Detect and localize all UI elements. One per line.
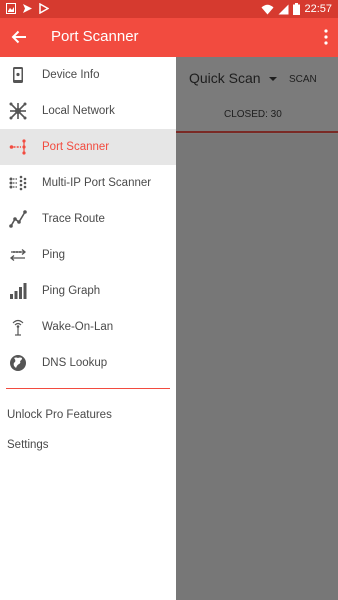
dropdown-caret-icon	[268, 77, 277, 82]
nav-label: Wake-On-Lan	[42, 321, 114, 333]
nav-label: DNS Lookup	[42, 357, 108, 369]
scan-controls-panel: Quick Scan SCAN CLOSED: 30	[176, 57, 338, 134]
status-time: 22:57	[304, 3, 332, 15]
ping-graph-icon	[9, 282, 27, 300]
local-network-icon	[9, 102, 27, 120]
scan-button: SCAN	[289, 74, 317, 85]
status-left-icons	[6, 3, 49, 14]
nav-label: Multi-IP Port Scanner	[42, 177, 152, 189]
scan-mode-select: Quick Scan	[189, 70, 277, 86]
app-toolbar: Port Scanner	[0, 18, 338, 57]
nav-item-dns-lookup[interactable]: DNS Lookup	[0, 345, 176, 381]
photo-icon	[6, 3, 16, 14]
nav-item-port-scanner[interactable]: Port Scanner	[0, 129, 176, 165]
ping-icon	[9, 246, 27, 264]
panel-divider	[176, 131, 338, 133]
multi-ip-icon	[9, 174, 27, 192]
signal-icon	[278, 4, 289, 14]
battery-icon	[293, 3, 301, 15]
play-store-icon	[39, 3, 49, 14]
page-title: Port Scanner	[51, 28, 139, 45]
trace-route-icon	[9, 210, 27, 228]
nav-item-ping-graph[interactable]: Ping Graph	[0, 273, 176, 309]
nav-label: Ping Graph	[42, 285, 101, 297]
scanner-content-dimmed: Quick Scan SCAN CLOSED: 30	[176, 57, 338, 600]
nav-label: Port Scanner	[42, 141, 110, 153]
nav-label: Local Network	[42, 105, 115, 117]
nav-item-ping[interactable]: Ping	[0, 237, 176, 273]
nav-label: Device Info	[42, 69, 100, 81]
nav-label: Trace Route	[42, 213, 105, 225]
settings-link[interactable]: Settings	[7, 439, 49, 451]
drawer-divider	[6, 388, 170, 389]
scan-mode-value: Quick Scan	[189, 70, 261, 86]
status-bar: 22:57	[0, 0, 338, 18]
send-icon	[23, 4, 32, 13]
port-scanner-icon	[9, 138, 27, 156]
wifi-icon	[261, 4, 274, 14]
more-vert-icon[interactable]	[324, 29, 328, 45]
screen: 22:57 Port Scanner Quick Scan SCAN CLOSE…	[0, 0, 338, 600]
nav-item-wake-on-lan[interactable]: Wake-On-Lan	[0, 309, 176, 345]
dns-lookup-icon	[9, 354, 27, 372]
nav-label: Ping	[42, 249, 66, 261]
closed-count: CLOSED: 30	[224, 109, 282, 120]
status-right-icons: 22:57	[261, 2, 332, 16]
device-info-icon	[9, 66, 27, 84]
nav-item-device-info[interactable]: Device Info	[0, 57, 176, 93]
arrow-back-icon[interactable]	[10, 28, 28, 46]
unlock-pro-features-link[interactable]: Unlock Pro Features	[7, 409, 112, 421]
nav-item-local-network[interactable]: Local Network	[0, 93, 176, 129]
nav-item-multi-ip-port-scanner[interactable]: Multi-IP Port Scanner	[0, 165, 176, 201]
nav-item-trace-route[interactable]: Trace Route	[0, 201, 176, 237]
navigation-drawer: Device Info Local Network Port Scanner M…	[0, 57, 176, 600]
wake-on-lan-icon	[9, 318, 27, 336]
